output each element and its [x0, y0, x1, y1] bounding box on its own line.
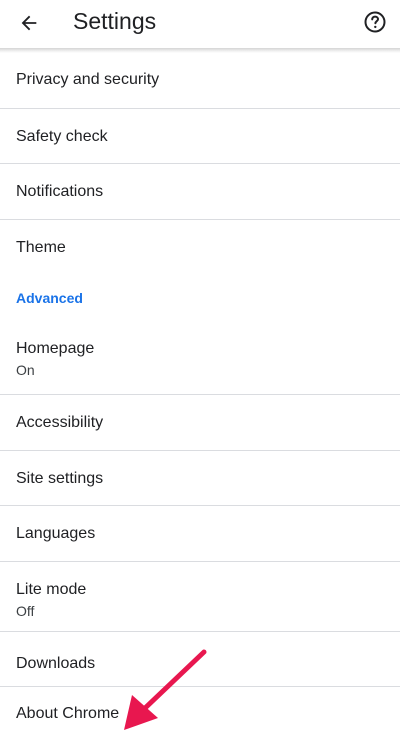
page-title: Settings	[73, 8, 157, 34]
settings-item-summary: On	[16, 362, 35, 378]
settings-item-label: Theme	[16, 238, 66, 256]
settings-item-notifications[interactable]: Notifications	[0, 164, 400, 220]
settings-item-label: Accessibility	[16, 414, 104, 431]
help-circle-icon	[364, 11, 386, 33]
settings-item-summary: Off	[16, 602, 35, 619]
settings-item-site-settings[interactable]: Site settings	[0, 451, 400, 506]
settings-screen: Settings Privacy and security Safety che…	[0, 0, 400, 751]
settings-item-homepage[interactable]: Homepage On	[0, 325, 400, 395]
settings-item-lite-mode[interactable]: Lite mode Off	[0, 562, 400, 632]
settings-item-label: Notifications	[16, 183, 104, 200]
settings-item-languages[interactable]: Languages	[0, 506, 400, 562]
settings-item-privacy[interactable]: Privacy and security	[0, 53, 400, 109]
settings-item-label: Lite mode	[16, 580, 87, 598]
settings-item-downloads[interactable]: Downloads	[0, 632, 400, 687]
settings-item-safety-check[interactable]: Safety check	[0, 109, 400, 164]
settings-item-label: Privacy and security	[16, 71, 160, 88]
section-header-label: Advanced	[16, 290, 83, 306]
section-header-advanced: Advanced	[0, 275, 400, 325]
settings-item-accessibility[interactable]: Accessibility	[0, 395, 400, 451]
settings-item-label: Downloads	[16, 654, 96, 672]
back-button[interactable]	[12, 6, 46, 40]
settings-list: Privacy and security Safety check Notifi…	[0, 53, 400, 743]
toolbar: Settings	[0, 0, 400, 48]
settings-item-label: Homepage	[16, 340, 95, 357]
settings-item-label: Safety check	[16, 127, 108, 145]
settings-item-label: Site settings	[16, 469, 104, 487]
settings-item-label: About Chrome	[16, 705, 120, 722]
settings-item-about-chrome[interactable]: About Chrome	[0, 687, 400, 743]
help-button[interactable]	[362, 9, 388, 35]
settings-item-theme[interactable]: Theme	[0, 220, 400, 276]
arrow-back-icon	[21, 15, 37, 31]
settings-item-label: Languages	[16, 525, 96, 542]
